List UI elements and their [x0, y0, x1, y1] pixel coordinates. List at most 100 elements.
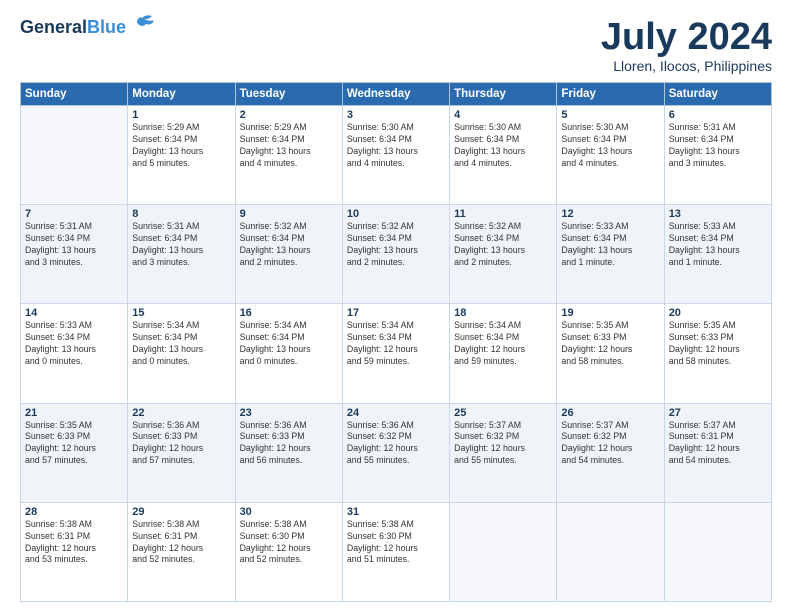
day-info: Sunrise: 5:32 AM Sunset: 6:34 PM Dayligh…	[347, 221, 445, 269]
day-info: Sunrise: 5:32 AM Sunset: 6:34 PM Dayligh…	[454, 221, 552, 269]
day-number: 26	[561, 407, 659, 419]
day-info: Sunrise: 5:35 AM Sunset: 6:33 PM Dayligh…	[669, 320, 767, 368]
weekday-header: Thursday	[450, 83, 557, 106]
day-info: Sunrise: 5:36 AM Sunset: 6:32 PM Dayligh…	[347, 420, 445, 468]
calendar-day-cell: 28Sunrise: 5:38 AM Sunset: 6:31 PM Dayli…	[21, 502, 128, 601]
day-info: Sunrise: 5:34 AM Sunset: 6:34 PM Dayligh…	[347, 320, 445, 368]
day-number: 18	[454, 307, 552, 319]
weekday-header: Friday	[557, 83, 664, 106]
calendar-day-cell	[557, 502, 664, 601]
day-number: 20	[669, 307, 767, 319]
calendar-day-cell: 7Sunrise: 5:31 AM Sunset: 6:34 PM Daylig…	[21, 205, 128, 304]
calendar-day-cell: 30Sunrise: 5:38 AM Sunset: 6:30 PM Dayli…	[235, 502, 342, 601]
day-number: 28	[25, 506, 123, 518]
calendar-day-cell: 1Sunrise: 5:29 AM Sunset: 6:34 PM Daylig…	[128, 106, 235, 205]
day-number: 14	[25, 307, 123, 319]
day-info: Sunrise: 5:29 AM Sunset: 6:34 PM Dayligh…	[240, 122, 338, 170]
calendar-day-cell: 27Sunrise: 5:37 AM Sunset: 6:31 PM Dayli…	[664, 403, 771, 502]
day-number: 13	[669, 208, 767, 220]
calendar-day-cell: 12Sunrise: 5:33 AM Sunset: 6:34 PM Dayli…	[557, 205, 664, 304]
calendar-day-cell: 25Sunrise: 5:37 AM Sunset: 6:32 PM Dayli…	[450, 403, 557, 502]
calendar-day-cell: 4Sunrise: 5:30 AM Sunset: 6:34 PM Daylig…	[450, 106, 557, 205]
day-info: Sunrise: 5:35 AM Sunset: 6:33 PM Dayligh…	[561, 320, 659, 368]
day-info: Sunrise: 5:30 AM Sunset: 6:34 PM Dayligh…	[561, 122, 659, 170]
day-info: Sunrise: 5:32 AM Sunset: 6:34 PM Dayligh…	[240, 221, 338, 269]
day-number: 2	[240, 109, 338, 121]
day-number: 3	[347, 109, 445, 121]
page-header: GeneralBlue July 2024 Lloren, Ilocos, Ph…	[20, 18, 772, 74]
day-info: Sunrise: 5:29 AM Sunset: 6:34 PM Dayligh…	[132, 122, 230, 170]
day-number: 25	[454, 407, 552, 419]
day-number: 31	[347, 506, 445, 518]
calendar-table: SundayMondayTuesdayWednesdayThursdayFrid…	[20, 82, 772, 602]
calendar-day-cell	[450, 502, 557, 601]
calendar-header-row: SundayMondayTuesdayWednesdayThursdayFrid…	[21, 83, 772, 106]
day-info: Sunrise: 5:38 AM Sunset: 6:31 PM Dayligh…	[132, 519, 230, 567]
weekday-header: Monday	[128, 83, 235, 106]
calendar-week-row: 14Sunrise: 5:33 AM Sunset: 6:34 PM Dayli…	[21, 304, 772, 403]
day-info: Sunrise: 5:36 AM Sunset: 6:33 PM Dayligh…	[240, 420, 338, 468]
weekday-header: Tuesday	[235, 83, 342, 106]
calendar-day-cell	[21, 106, 128, 205]
day-number: 21	[25, 407, 123, 419]
calendar-day-cell: 8Sunrise: 5:31 AM Sunset: 6:34 PM Daylig…	[128, 205, 235, 304]
day-number: 10	[347, 208, 445, 220]
day-info: Sunrise: 5:34 AM Sunset: 6:34 PM Dayligh…	[454, 320, 552, 368]
day-info: Sunrise: 5:34 AM Sunset: 6:34 PM Dayligh…	[132, 320, 230, 368]
day-number: 6	[669, 109, 767, 121]
calendar-day-cell: 11Sunrise: 5:32 AM Sunset: 6:34 PM Dayli…	[450, 205, 557, 304]
calendar-day-cell: 16Sunrise: 5:34 AM Sunset: 6:34 PM Dayli…	[235, 304, 342, 403]
day-info: Sunrise: 5:31 AM Sunset: 6:34 PM Dayligh…	[669, 122, 767, 170]
calendar-day-cell: 20Sunrise: 5:35 AM Sunset: 6:33 PM Dayli…	[664, 304, 771, 403]
weekday-header: Wednesday	[342, 83, 449, 106]
day-info: Sunrise: 5:37 AM Sunset: 6:32 PM Dayligh…	[454, 420, 552, 468]
weekday-header: Saturday	[664, 83, 771, 106]
calendar-day-cell: 5Sunrise: 5:30 AM Sunset: 6:34 PM Daylig…	[557, 106, 664, 205]
calendar-day-cell: 23Sunrise: 5:36 AM Sunset: 6:33 PM Dayli…	[235, 403, 342, 502]
calendar-day-cell: 10Sunrise: 5:32 AM Sunset: 6:34 PM Dayli…	[342, 205, 449, 304]
day-info: Sunrise: 5:31 AM Sunset: 6:34 PM Dayligh…	[25, 221, 123, 269]
day-info: Sunrise: 5:37 AM Sunset: 6:31 PM Dayligh…	[669, 420, 767, 468]
calendar-day-cell: 19Sunrise: 5:35 AM Sunset: 6:33 PM Dayli…	[557, 304, 664, 403]
calendar-week-row: 28Sunrise: 5:38 AM Sunset: 6:31 PM Dayli…	[21, 502, 772, 601]
day-info: Sunrise: 5:30 AM Sunset: 6:34 PM Dayligh…	[454, 122, 552, 170]
calendar-day-cell: 15Sunrise: 5:34 AM Sunset: 6:34 PM Dayli…	[128, 304, 235, 403]
day-info: Sunrise: 5:33 AM Sunset: 6:34 PM Dayligh…	[25, 320, 123, 368]
day-number: 1	[132, 109, 230, 121]
day-number: 16	[240, 307, 338, 319]
calendar-day-cell: 3Sunrise: 5:30 AM Sunset: 6:34 PM Daylig…	[342, 106, 449, 205]
day-number: 17	[347, 307, 445, 319]
day-info: Sunrise: 5:30 AM Sunset: 6:34 PM Dayligh…	[347, 122, 445, 170]
calendar-day-cell: 13Sunrise: 5:33 AM Sunset: 6:34 PM Dayli…	[664, 205, 771, 304]
calendar-day-cell: 18Sunrise: 5:34 AM Sunset: 6:34 PM Dayli…	[450, 304, 557, 403]
calendar-day-cell: 26Sunrise: 5:37 AM Sunset: 6:32 PM Dayli…	[557, 403, 664, 502]
calendar-day-cell: 17Sunrise: 5:34 AM Sunset: 6:34 PM Dayli…	[342, 304, 449, 403]
calendar-day-cell: 6Sunrise: 5:31 AM Sunset: 6:34 PM Daylig…	[664, 106, 771, 205]
calendar-week-row: 21Sunrise: 5:35 AM Sunset: 6:33 PM Dayli…	[21, 403, 772, 502]
day-number: 23	[240, 407, 338, 419]
day-number: 9	[240, 208, 338, 220]
day-info: Sunrise: 5:31 AM Sunset: 6:34 PM Dayligh…	[132, 221, 230, 269]
calendar-week-row: 7Sunrise: 5:31 AM Sunset: 6:34 PM Daylig…	[21, 205, 772, 304]
logo-text: GeneralBlue	[20, 18, 126, 38]
calendar-day-cell: 21Sunrise: 5:35 AM Sunset: 6:33 PM Dayli…	[21, 403, 128, 502]
day-info: Sunrise: 5:38 AM Sunset: 6:31 PM Dayligh…	[25, 519, 123, 567]
day-number: 22	[132, 407, 230, 419]
calendar-day-cell: 24Sunrise: 5:36 AM Sunset: 6:32 PM Dayli…	[342, 403, 449, 502]
day-info: Sunrise: 5:38 AM Sunset: 6:30 PM Dayligh…	[347, 519, 445, 567]
day-number: 5	[561, 109, 659, 121]
month-title: July 2024	[601, 18, 772, 56]
logo-bird-icon	[128, 14, 156, 36]
calendar-day-cell: 22Sunrise: 5:36 AM Sunset: 6:33 PM Dayli…	[128, 403, 235, 502]
logo: GeneralBlue	[20, 18, 156, 38]
day-info: Sunrise: 5:35 AM Sunset: 6:33 PM Dayligh…	[25, 420, 123, 468]
day-number: 12	[561, 208, 659, 220]
day-number: 8	[132, 208, 230, 220]
day-number: 30	[240, 506, 338, 518]
weekday-header: Sunday	[21, 83, 128, 106]
day-info: Sunrise: 5:34 AM Sunset: 6:34 PM Dayligh…	[240, 320, 338, 368]
calendar-day-cell: 2Sunrise: 5:29 AM Sunset: 6:34 PM Daylig…	[235, 106, 342, 205]
day-info: Sunrise: 5:36 AM Sunset: 6:33 PM Dayligh…	[132, 420, 230, 468]
day-number: 11	[454, 208, 552, 220]
calendar-day-cell: 31Sunrise: 5:38 AM Sunset: 6:30 PM Dayli…	[342, 502, 449, 601]
